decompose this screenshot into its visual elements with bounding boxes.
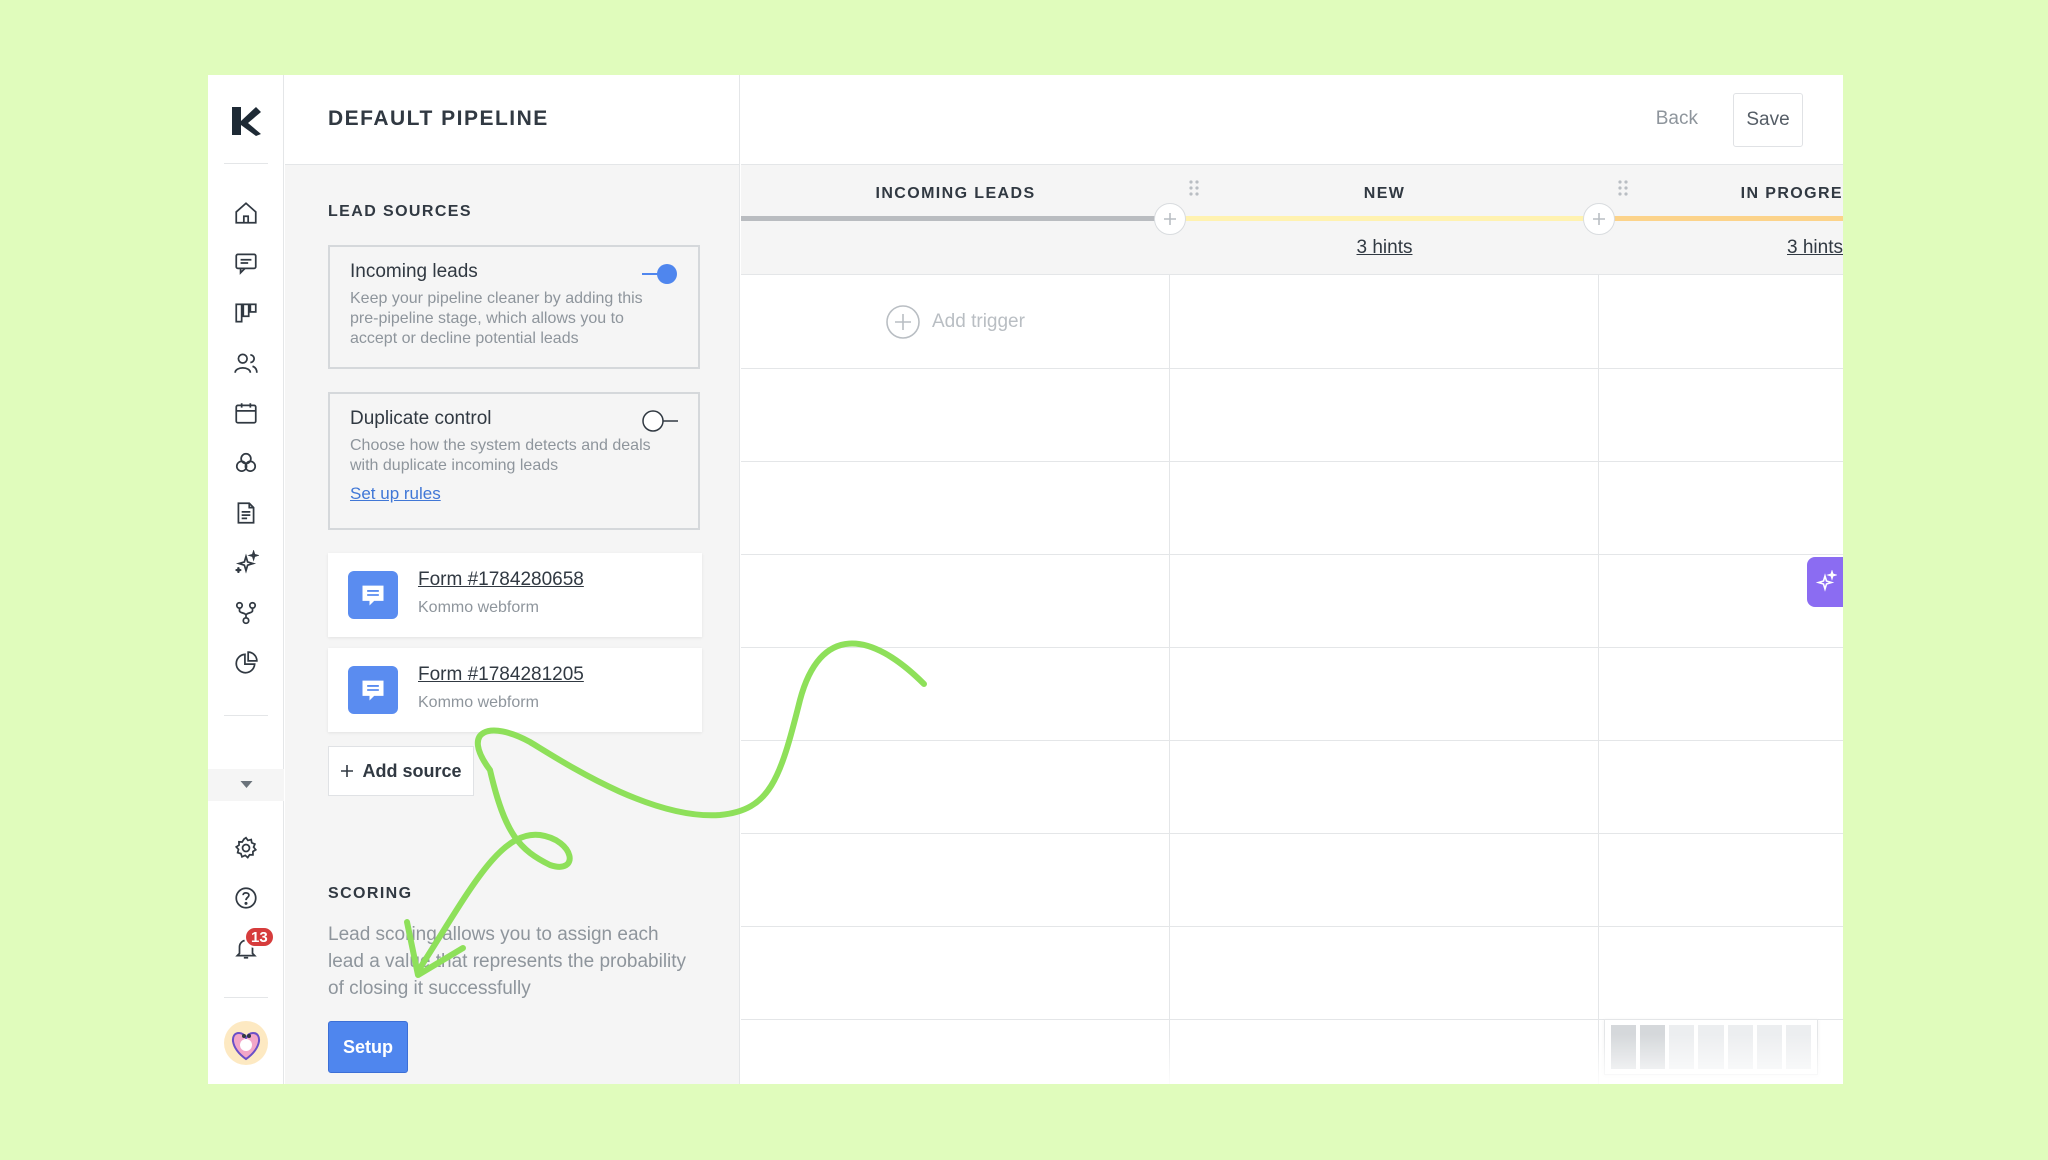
minimap-segment xyxy=(1640,1025,1666,1069)
stage-hints-link[interactable]: 3 hints xyxy=(1170,237,1599,259)
plus-icon xyxy=(341,765,354,777)
nav-rail: 13 xyxy=(208,75,284,1084)
webform-icon xyxy=(348,666,398,714)
source-title[interactable]: Form #1784280658 xyxy=(418,569,584,591)
trigger-row-divider xyxy=(741,740,1843,741)
source-item-form-2[interactable]: Form #1784281205 Kommo webform xyxy=(328,648,702,732)
leads-icon[interactable] xyxy=(230,297,262,329)
stage-color-bar xyxy=(1170,216,1599,221)
plus-icon xyxy=(1164,213,1176,225)
stage-hints-link[interactable]: 3 hints xyxy=(1787,237,1843,259)
chats-icon[interactable] xyxy=(230,247,262,279)
reports-icon[interactable] xyxy=(230,647,262,679)
integrations-icon[interactable] xyxy=(230,597,262,629)
trigger-row-divider xyxy=(741,461,1843,462)
setup-button[interactable]: Setup xyxy=(328,1021,408,1073)
add-stage-button[interactable] xyxy=(1583,203,1615,235)
add-trigger-button[interactable]: Add trigger xyxy=(886,305,1025,339)
panel-header: DEFAULT PIPELINE xyxy=(285,75,739,165)
duplicate-control-card: Duplicate control Choose how the system … xyxy=(328,392,700,530)
rail-divider xyxy=(224,163,268,164)
drag-handle-icon[interactable] xyxy=(1617,179,1629,197)
board-header: Back Save xyxy=(741,75,1843,165)
ai-sparkle-icon[interactable] xyxy=(230,547,262,579)
trigger-row-divider xyxy=(741,554,1843,555)
stage-column-divider xyxy=(1169,275,1170,1084)
stage-incoming-leads: INCOMING LEADS xyxy=(741,165,1170,275)
set-up-rules-link[interactable]: Set up rules xyxy=(350,484,441,504)
add-trigger-label: Add trigger xyxy=(932,311,1025,332)
bell-icon[interactable]: 13 xyxy=(230,926,275,964)
minimap-segment xyxy=(1669,1025,1695,1069)
ai-assistant-button[interactable] xyxy=(1807,557,1843,607)
incoming-leads-card: Incoming leads Keep your pipeline cleane… xyxy=(328,245,700,369)
trigger-row-divider xyxy=(741,368,1843,369)
drag-handle-icon[interactable] xyxy=(1188,179,1200,197)
rail-divider xyxy=(224,997,268,998)
help-icon[interactable] xyxy=(230,882,262,914)
trigger-row-divider xyxy=(741,647,1843,648)
webform-icon xyxy=(348,571,398,619)
incoming-leads-title: Incoming leads xyxy=(350,261,478,282)
rail-divider xyxy=(224,715,268,716)
ai-sparkle-icon xyxy=(1815,570,1837,592)
plus-icon xyxy=(1593,213,1605,225)
lead-sources-title: LEAD SOURCES xyxy=(328,203,472,220)
stage-column-divider xyxy=(1598,275,1599,1084)
avatar[interactable] xyxy=(224,1021,268,1065)
stage-in-progress: IN PROGRE 3 hints xyxy=(1599,165,1843,275)
add-circle-icon xyxy=(886,305,920,339)
source-title[interactable]: Form #1784281205 xyxy=(418,664,584,686)
back-button[interactable]: Back xyxy=(1656,108,1698,130)
add-stage-button[interactable] xyxy=(1154,203,1186,235)
trigger-row-divider xyxy=(741,833,1843,834)
page-title: DEFAULT PIPELINE xyxy=(328,107,549,130)
incoming-leads-toggle[interactable] xyxy=(642,263,678,285)
minimap-segment xyxy=(1611,1025,1637,1069)
trigger-row-divider xyxy=(741,926,1843,927)
minimap-segment xyxy=(1698,1025,1724,1069)
source-subtitle: Kommo webform xyxy=(418,599,539,616)
app-window: 13 DEFAULT PIPELINE LEAD SOURCES Incomin… xyxy=(208,75,1843,1084)
source-subtitle: Kommo webform xyxy=(418,694,539,711)
stage-name[interactable]: NEW xyxy=(1170,185,1599,203)
stage-color-bar xyxy=(741,216,1170,221)
gear-icon[interactable] xyxy=(230,832,262,864)
duplicate-control-title: Duplicate control xyxy=(350,408,492,429)
stage-new: NEW 3 hints xyxy=(1170,165,1599,275)
pipeline-settings-panel: DEFAULT PIPELINE LEAD SOURCES Incoming l… xyxy=(285,75,740,1084)
duplicate-control-toggle[interactable] xyxy=(642,410,678,432)
add-source-label: Add source xyxy=(362,760,462,781)
save-button[interactable]: Save xyxy=(1733,93,1803,147)
source-item-form-1[interactable]: Form #1784280658 Kommo webform xyxy=(328,553,702,637)
home-icon[interactable] xyxy=(230,197,262,229)
minimap-segment xyxy=(1727,1025,1753,1069)
contacts-icon[interactable] xyxy=(230,347,262,379)
minimap-segment xyxy=(1756,1025,1782,1069)
calendar-icon[interactable] xyxy=(230,397,262,429)
minimap-widget[interactable] xyxy=(1604,1019,1818,1075)
notification-badge: 13 xyxy=(244,926,275,948)
collapse-chevron-icon[interactable] xyxy=(208,769,284,801)
stage-name[interactable]: INCOMING LEADS xyxy=(741,185,1170,203)
add-source-button[interactable]: Add source xyxy=(328,746,474,796)
lists-icon[interactable] xyxy=(230,447,262,479)
stage-name[interactable]: IN PROGRE xyxy=(1741,185,1843,203)
scoring-description: Lead scoring allows you to assign each l… xyxy=(328,924,687,999)
documents-icon[interactable] xyxy=(230,497,262,529)
kommo-logo[interactable] xyxy=(228,103,264,139)
scoring-title: SCORING xyxy=(328,885,413,902)
minimap-segment xyxy=(1785,1025,1811,1069)
incoming-leads-description: Keep your pipeline cleaner by adding thi… xyxy=(350,290,643,347)
stages-bar: INCOMING LEADS NEW 3 hints IN PROGRE 3 h… xyxy=(741,165,1843,275)
duplicate-control-description: Choose how the system detects and deals … xyxy=(350,437,651,474)
stage-color-bar xyxy=(1599,216,1843,221)
pipeline-board: Back Save INCOMING LEADS NEW 3 hints IN … xyxy=(741,75,1843,1084)
